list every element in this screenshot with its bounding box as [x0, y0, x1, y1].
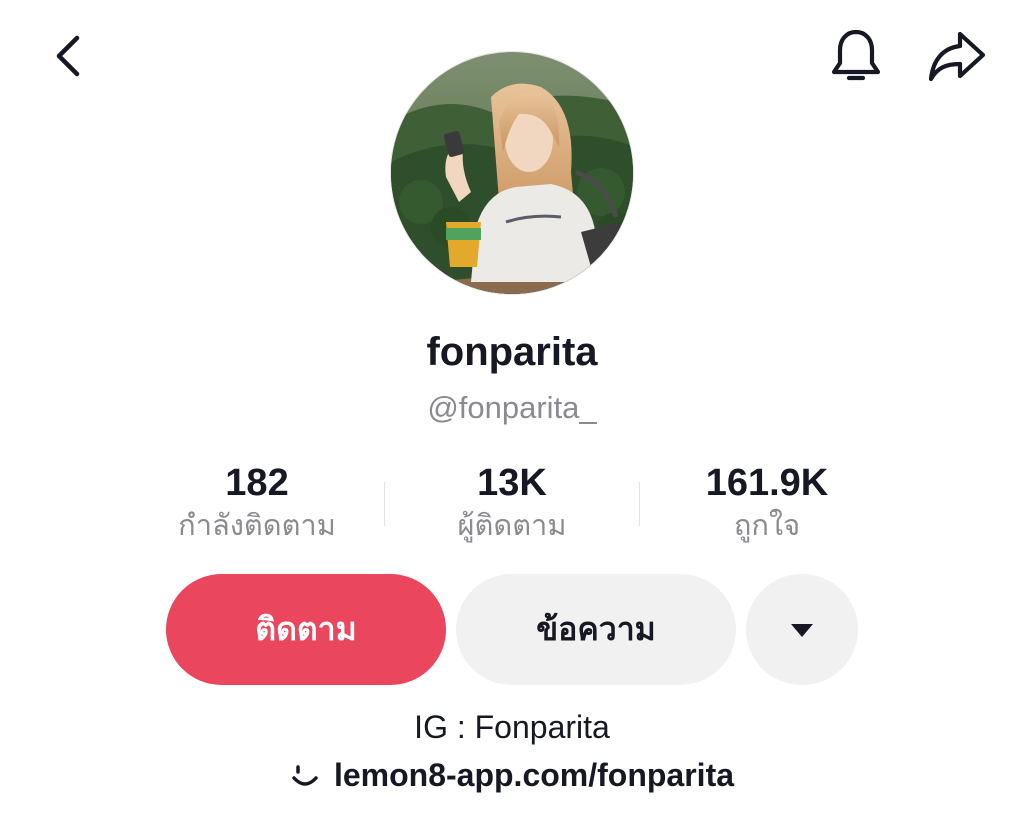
stat-followers[interactable]: 13K ผู้ติดตาม — [385, 458, 639, 548]
share-button[interactable] — [924, 26, 990, 86]
notification-button[interactable] — [826, 26, 886, 86]
follow-button[interactable]: ติดตาม — [166, 574, 446, 685]
stat-value: 161.9K — [705, 462, 829, 504]
share-arrow-icon — [928, 31, 986, 82]
bio-link[interactable]: lemon8-app.com/fonparita — [0, 757, 1024, 794]
stat-value: 182 — [225, 462, 289, 504]
avatar-image — [391, 52, 633, 294]
stat-value: 13K — [477, 462, 547, 504]
lemon8-smile-icon — [292, 764, 318, 786]
stat-label: กำลังติดตาม — [178, 510, 336, 542]
display-name: fonparita — [426, 330, 598, 374]
stat-label: ผู้ติดตาม — [457, 510, 567, 542]
profile-stats: 182 กำลังติดตาม 13K ผู้ติดตาม 161.9K ถูก… — [130, 458, 894, 548]
stat-likes[interactable]: 161.9K ถูกใจ — [640, 458, 894, 548]
stat-label: ถูกใจ — [733, 510, 801, 542]
username-handle: @fonparita_ — [427, 390, 597, 425]
chevron-left-icon — [56, 35, 80, 77]
caret-down-icon — [791, 623, 813, 637]
message-button[interactable]: ข้อความ — [456, 574, 736, 685]
bio-link-text: lemon8-app.com/fonparita — [333, 757, 735, 793]
bell-icon — [831, 29, 881, 81]
bio-text: IG : Fonparita — [414, 709, 610, 745]
back-button[interactable] — [40, 28, 96, 84]
stat-following[interactable]: 182 กำลังติดตาม — [130, 458, 384, 548]
profile-avatar[interactable] — [390, 51, 634, 295]
more-options-button[interactable] — [746, 574, 858, 685]
